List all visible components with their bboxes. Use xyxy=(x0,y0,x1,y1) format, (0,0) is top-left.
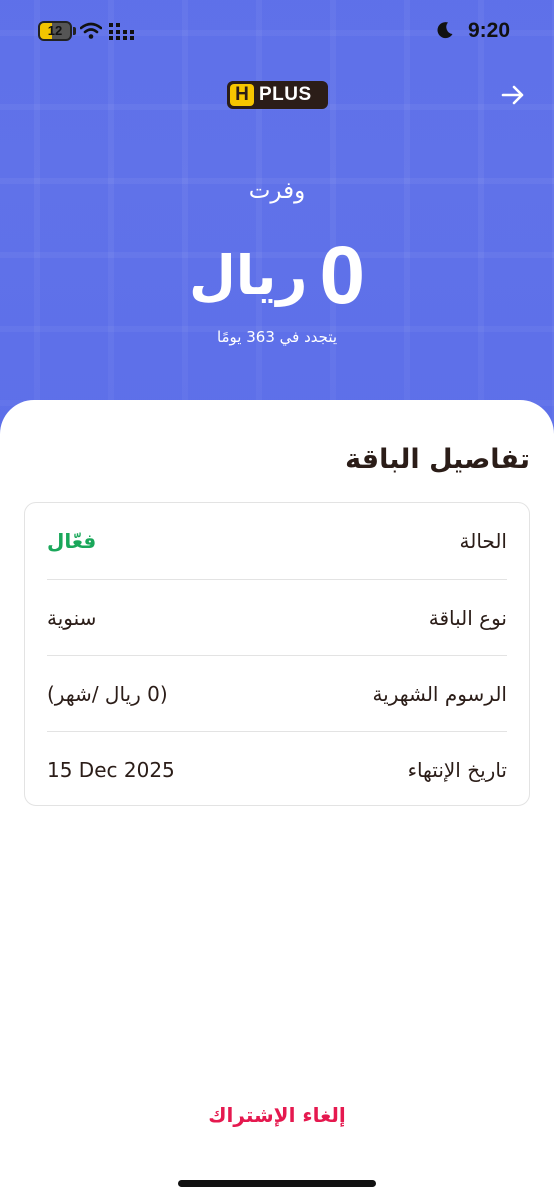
row-monthly-fee: الرسوم الشهرية (0 ريال /شهر) xyxy=(47,655,507,731)
row-value: سنوية xyxy=(47,606,97,630)
signal-icon xyxy=(109,23,134,40)
package-details-card: الحالة فعّال نوع الباقة سنوية الرسوم الش… xyxy=(24,502,530,806)
battery-level: 12 xyxy=(47,23,63,38)
wifi-icon xyxy=(80,22,102,39)
saved-label: وفرت xyxy=(248,178,306,204)
home-indicator xyxy=(178,1180,376,1187)
amount-unit: ريال xyxy=(188,244,308,307)
section-title: تفاصيل الباقة xyxy=(345,444,530,475)
status-badge: فعّال xyxy=(47,529,97,553)
hero-banner xyxy=(0,0,554,440)
row-value: (0 ريال /شهر) xyxy=(47,682,168,706)
moon-icon xyxy=(437,22,453,39)
row-label: الرسوم الشهرية xyxy=(372,682,507,706)
battery-cap xyxy=(73,27,76,35)
logo-text: PLUS xyxy=(259,84,312,105)
row-status: الحالة فعّال xyxy=(47,503,507,579)
battery-icon: 12 xyxy=(38,21,72,41)
row-package-type: نوع الباقة سنوية xyxy=(47,579,507,655)
hplus-logo: H PLUS xyxy=(227,81,328,109)
row-label: نوع الباقة xyxy=(428,606,507,630)
logo-letter: H xyxy=(230,84,254,106)
row-value: 15 Dec 2025 xyxy=(47,758,175,782)
row-label: تاريخ الإنتهاء xyxy=(407,758,507,782)
status-bar: 12 9:20 xyxy=(0,0,554,62)
status-time: 9:20 xyxy=(467,19,510,42)
savings-amount: 0ريال xyxy=(0,235,554,317)
amount-value: 0 xyxy=(319,230,366,321)
renewal-text: يتجدد في 363 يومًا xyxy=(216,328,338,346)
row-expiry-date: تاريخ الإنتهاء 15 Dec 2025 xyxy=(47,731,507,807)
arrow-right-icon[interactable] xyxy=(498,80,528,110)
cancel-subscription-button[interactable]: إلغاء الإشتراك xyxy=(0,1103,554,1127)
row-label: الحالة xyxy=(459,529,507,553)
hero-pattern xyxy=(0,0,554,440)
